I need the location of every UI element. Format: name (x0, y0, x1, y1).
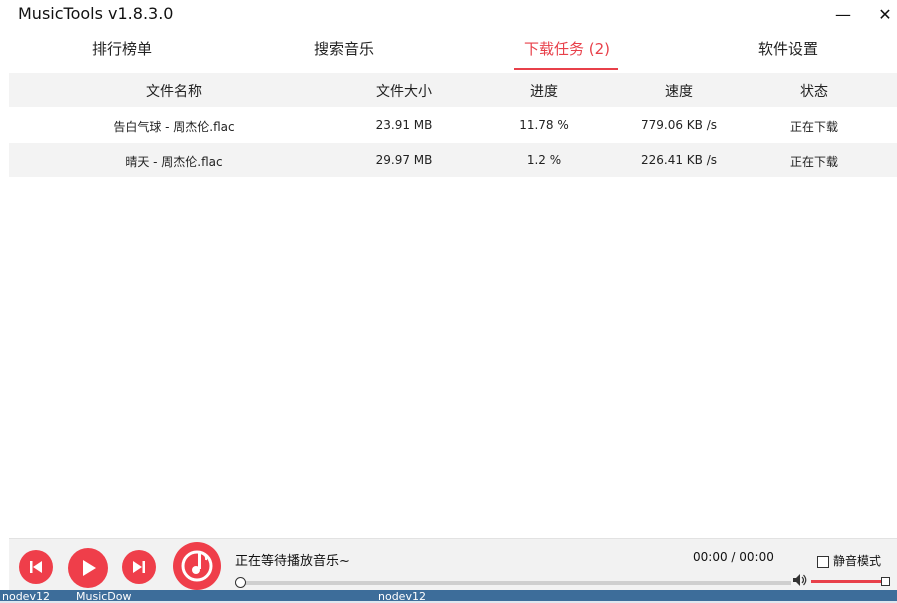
minimize-button[interactable]: — (831, 4, 855, 26)
music-note-icon (181, 550, 213, 582)
taskbar-item[interactable]: nodev12 (378, 591, 426, 602)
cell-progress: 1.2 % (526, 153, 562, 167)
cell-size: 23.91 MB (375, 118, 433, 132)
table-row[interactable]: 晴天 - 周杰伦.flac 29.97 MB 1.2 % 226.41 KB /… (9, 143, 897, 177)
progress-slider[interactable] (235, 577, 791, 588)
tab-bar: 排行榜单 搜索音乐 下载任务 (2) 软件设置 (9, 38, 897, 70)
cell-progress: 11.78 % (519, 118, 569, 132)
cell-status: 正在下载 (789, 120, 839, 134)
progress-knob[interactable] (235, 577, 246, 588)
column-header-progress[interactable]: 进度 (530, 81, 558, 101)
previous-button[interactable] (19, 550, 53, 584)
mute-checkbox[interactable] (817, 555, 829, 568)
app-window: MusicTools v1.8.3.0 — ✕ 排行榜单 搜索音乐 下载任务 (… (0, 0, 897, 591)
column-header-size[interactable]: 文件大小 (376, 81, 432, 101)
volume-slider[interactable] (811, 580, 887, 583)
volume-knob[interactable] (881, 577, 890, 586)
cell-speed: 779.06 KB /s (640, 118, 718, 132)
taskbar-item[interactable]: nodev12 (2, 591, 50, 602)
player-bar: 正在等待播放音乐~ 00:00 / 00:00 静音模式 (9, 538, 897, 591)
title-bar: MusicTools v1.8.3.0 — ✕ (0, 0, 897, 30)
time-display: 00:00 / 00:00 (693, 550, 774, 564)
active-tab-indicator (514, 68, 618, 70)
mute-toggle[interactable]: 静音模式 (817, 552, 881, 569)
play-button[interactable] (68, 548, 108, 588)
tab-search[interactable]: 搜索音乐 (314, 38, 374, 59)
taskbar: nodev12 MusicDow nodev12 (0, 590, 897, 602)
tab-settings[interactable]: 软件设置 (758, 38, 818, 59)
previous-icon (30, 561, 42, 573)
next-icon (133, 561, 145, 573)
now-playing-text: 正在等待播放音乐~ (235, 554, 350, 569)
tab-downloads[interactable]: 下载任务 (2) (524, 38, 610, 59)
cell-size: 29.97 MB (375, 153, 433, 167)
window-title: MusicTools v1.8.3.0 (18, 4, 174, 23)
table-row[interactable]: 告白气球 - 周杰伦.flac 23.91 MB 11.78 % 779.06 … (9, 108, 897, 142)
cell-speed: 226.41 KB /s (640, 153, 718, 167)
column-header-speed[interactable]: 速度 (665, 81, 693, 101)
volume-icon[interactable] (793, 574, 807, 586)
table-header: 文件名称 文件大小 进度 速度 状态 (9, 73, 897, 107)
cell-filename: 告白气球 - 周杰伦.flac (113, 120, 235, 134)
progress-track (235, 581, 791, 585)
cell-filename: 晴天 - 周杰伦.flac (125, 155, 223, 169)
mute-label: 静音模式 (833, 554, 882, 568)
album-art (173, 542, 221, 590)
column-header-filename[interactable]: 文件名称 (146, 81, 202, 101)
cell-status: 正在下载 (789, 155, 839, 169)
play-icon (83, 560, 96, 576)
next-button[interactable] (122, 550, 156, 584)
tab-charts[interactable]: 排行榜单 (92, 38, 152, 59)
close-button[interactable]: ✕ (873, 4, 897, 26)
column-header-status[interactable]: 状态 (800, 81, 828, 101)
taskbar-item[interactable]: MusicDow (76, 591, 132, 602)
